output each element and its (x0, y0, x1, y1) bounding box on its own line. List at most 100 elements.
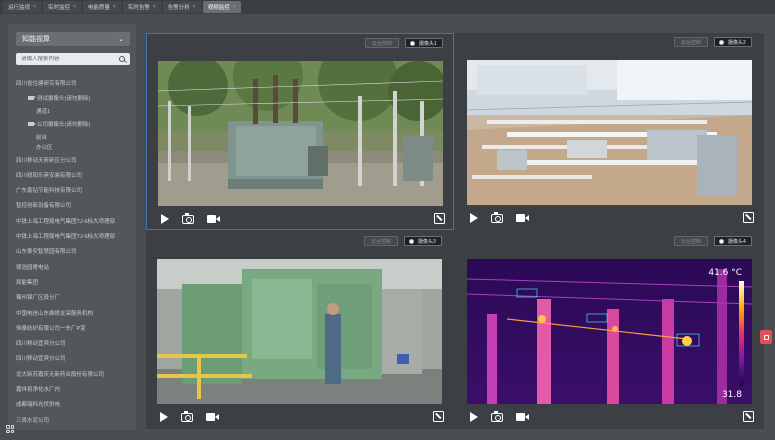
tree-item-label: 局能集团 (16, 279, 39, 286)
tree-item[interactable]: 通道1 (16, 106, 134, 117)
tab-label: 运行监视 (8, 5, 31, 11)
tree-item[interactable]: 广东鑫钻节能科技有限公司 (16, 182, 134, 197)
tree-item[interactable]: 中国电信山东维修支采服务机构 (16, 305, 134, 320)
search-icon[interactable] (119, 56, 125, 62)
camera-select-button[interactable]: 摄像头4 (714, 236, 752, 246)
close-icon[interactable]: × (113, 4, 116, 10)
video-feed-substation[interactable] (158, 61, 443, 206)
fullscreen-icon[interactable] (434, 213, 445, 224)
camera-select-button[interactable]: 摄像头3 (404, 236, 442, 246)
tree-item[interactable]: 四川移动宜宾分公司 (16, 335, 134, 350)
close-icon[interactable]: × (193, 4, 196, 10)
video-feed-machine-workshop[interactable] (157, 259, 442, 404)
snapshot-icon[interactable] (182, 213, 194, 224)
fullscreen-icon[interactable] (433, 411, 444, 422)
tree-item-label: 四川省住建研究有限公司 (16, 80, 77, 87)
tab-1[interactable]: 实时监控 × (42, 1, 81, 13)
device-sidebar: 知能视算 ⌄ 四川省住建研究有限公司测试摄像头(请勿删除) 通道1 公司摄像头(请勿… (8, 24, 136, 430)
tree-item[interactable]: 龙大新苏嘉庆无新药业股份有限公司 (16, 366, 134, 381)
thermal-max-label: 41.6 °C (708, 268, 742, 278)
tree-item[interactable]: 成都瑞科光伏供电 (16, 397, 134, 412)
tab-3[interactable]: 实时告警 × (122, 1, 161, 13)
tree-item[interactable]: 三良水泥公司 (16, 412, 134, 427)
tree-item-label: 璟浩园寄电站 (16, 264, 50, 271)
close-icon[interactable]: × (153, 4, 156, 10)
tree-item-label: 山东泰安智慧园有限公司 (16, 249, 77, 256)
ptz-control-button[interactable]: 云台控制 (365, 38, 399, 48)
close-icon[interactable]: × (73, 4, 76, 10)
tree-item[interactable]: 办公区 (16, 143, 134, 152)
tree-item[interactable]: 中铁上海工程局电气集团TJ-6标大项理部 (16, 213, 134, 228)
tree-item[interactable]: 智控创新设备有限公司 (16, 198, 134, 213)
video-cell-2[interactable]: 云台控制 摄像头2 (456, 33, 764, 230)
tree-item[interactable]: 中铁上海工程局电气集团TJ-6标大项理部 (16, 228, 134, 243)
tree-item[interactable]: 测试摄像头(请勿删除) (16, 90, 134, 105)
tab-label: 实时监控 (47, 5, 70, 11)
tab-2[interactable]: 电能质量 × (82, 1, 121, 13)
ptz-control-button[interactable]: 云台控制 (674, 236, 708, 246)
snapshot-icon[interactable] (181, 411, 193, 422)
fullscreen-icon[interactable] (743, 212, 754, 223)
tree-item[interactable]: 璟浩园寄电站 (16, 259, 134, 274)
record-icon[interactable] (206, 413, 219, 421)
tab-5[interactable]: 视频监控 × (202, 1, 241, 13)
camera-select-button[interactable]: 摄像头2 (714, 37, 752, 47)
tab-4[interactable]: 告警分析 × (162, 1, 201, 13)
video-cell-3[interactable]: 云台控制 摄像头3 (146, 232, 454, 429)
camera-select-button[interactable]: 摄像头1 (405, 38, 443, 48)
record-icon[interactable] (516, 413, 529, 421)
record-icon[interactable] (207, 215, 220, 223)
radio-icon (410, 40, 415, 46)
tree-item[interactable]: 恒泰纺织有限公司一东厂P变 (16, 320, 134, 335)
tree-item[interactable]: 公司摄像头(请勿删除) (16, 117, 134, 132)
tab-label: 实时告警 (127, 5, 150, 11)
snapshot-icon[interactable] (491, 212, 503, 223)
play-icon[interactable] (470, 412, 478, 422)
organization-selector-label: 知能视算 (22, 36, 50, 43)
close-icon[interactable]: × (233, 4, 236, 10)
fullscreen-icon[interactable] (743, 411, 754, 422)
camera-select-label: 摄像头2 (728, 39, 746, 46)
tree-item-label: 中铁上海工程局电气集团TJ-6标大项理部 (16, 234, 116, 241)
snapshot-icon[interactable] (491, 411, 503, 422)
video-feed-factory-line[interactable] (467, 60, 752, 205)
record-icon[interactable] (516, 214, 529, 222)
floating-action-button[interactable] (760, 330, 772, 344)
tree-item[interactable]: 四川移动天府新区分公司 (16, 152, 134, 167)
tree-item[interactable]: 嘉祥县净化水厂内 (16, 381, 134, 396)
tree-item[interactable]: 蜀州锦厂区段分厂 (16, 290, 134, 305)
camera-select-label: 摄像头4 (728, 238, 746, 245)
tree-item-label: 四川移动宜宾分公司 (16, 356, 66, 363)
tree-item[interactable]: 前台 (16, 132, 134, 143)
video-controls (159, 212, 445, 226)
tab-label: 告警分析 (167, 5, 190, 11)
tree-item[interactable]: 山东泰安智慧园有限公司 (16, 244, 134, 259)
tree-item[interactable]: 四川锐阳乐英安装有限公司 (16, 167, 134, 182)
video-grid: 云台控制 摄像头1 云台控制 摄像头2 云台控制 摄像头3 云台控制 摄像头4 … (146, 33, 764, 429)
tree-item[interactable]: 四川省住建研究有限公司 (16, 75, 134, 90)
tree-item[interactable]: 局能集团 (16, 274, 134, 289)
play-icon[interactable] (160, 412, 168, 422)
organization-selector[interactable]: 知能视算 ⌄ (16, 32, 130, 46)
camera-select-label: 摄像头3 (418, 238, 436, 245)
layout-grid-icon[interactable] (6, 425, 14, 433)
ptz-control-button[interactable]: 云台控制 (674, 37, 708, 47)
tab-0[interactable]: 运行监视 × (3, 1, 41, 13)
app-root: 运行监视×实时监控×电能质量×实时告警×告警分析×视频监控× 知能视算 ⌄ 四川… (0, 0, 775, 440)
search-input[interactable] (21, 56, 117, 62)
tree-item-label: 中铁上海工程局电气集团TJ-6标大项理部 (16, 218, 116, 225)
video-cell-4[interactable]: 云台控制 摄像头4 41.6 °C 31.8 (456, 232, 764, 429)
video-controls (468, 211, 754, 225)
play-icon[interactable] (161, 214, 169, 224)
video-controls (468, 410, 754, 424)
radio-icon (409, 238, 414, 244)
ptz-control-button[interactable]: 云台控制 (364, 236, 398, 246)
close-icon[interactable]: × (33, 4, 36, 10)
video-cell-1[interactable]: 云台控制 摄像头1 (146, 33, 454, 230)
tree-item[interactable]: 四川移动宜宾分公司 (16, 351, 134, 366)
tab-label: 电能质量 (87, 5, 110, 11)
play-icon[interactable] (470, 213, 478, 223)
video-feed-thermal[interactable]: 41.6 °C 31.8 (467, 259, 752, 404)
chevron-down-icon: ⌄ (118, 36, 124, 43)
top-tab-bar: 运行监视 × 实时监控 × 电能质量 × 实时告警 × 告警分析 × 视频监控 × (0, 0, 775, 14)
